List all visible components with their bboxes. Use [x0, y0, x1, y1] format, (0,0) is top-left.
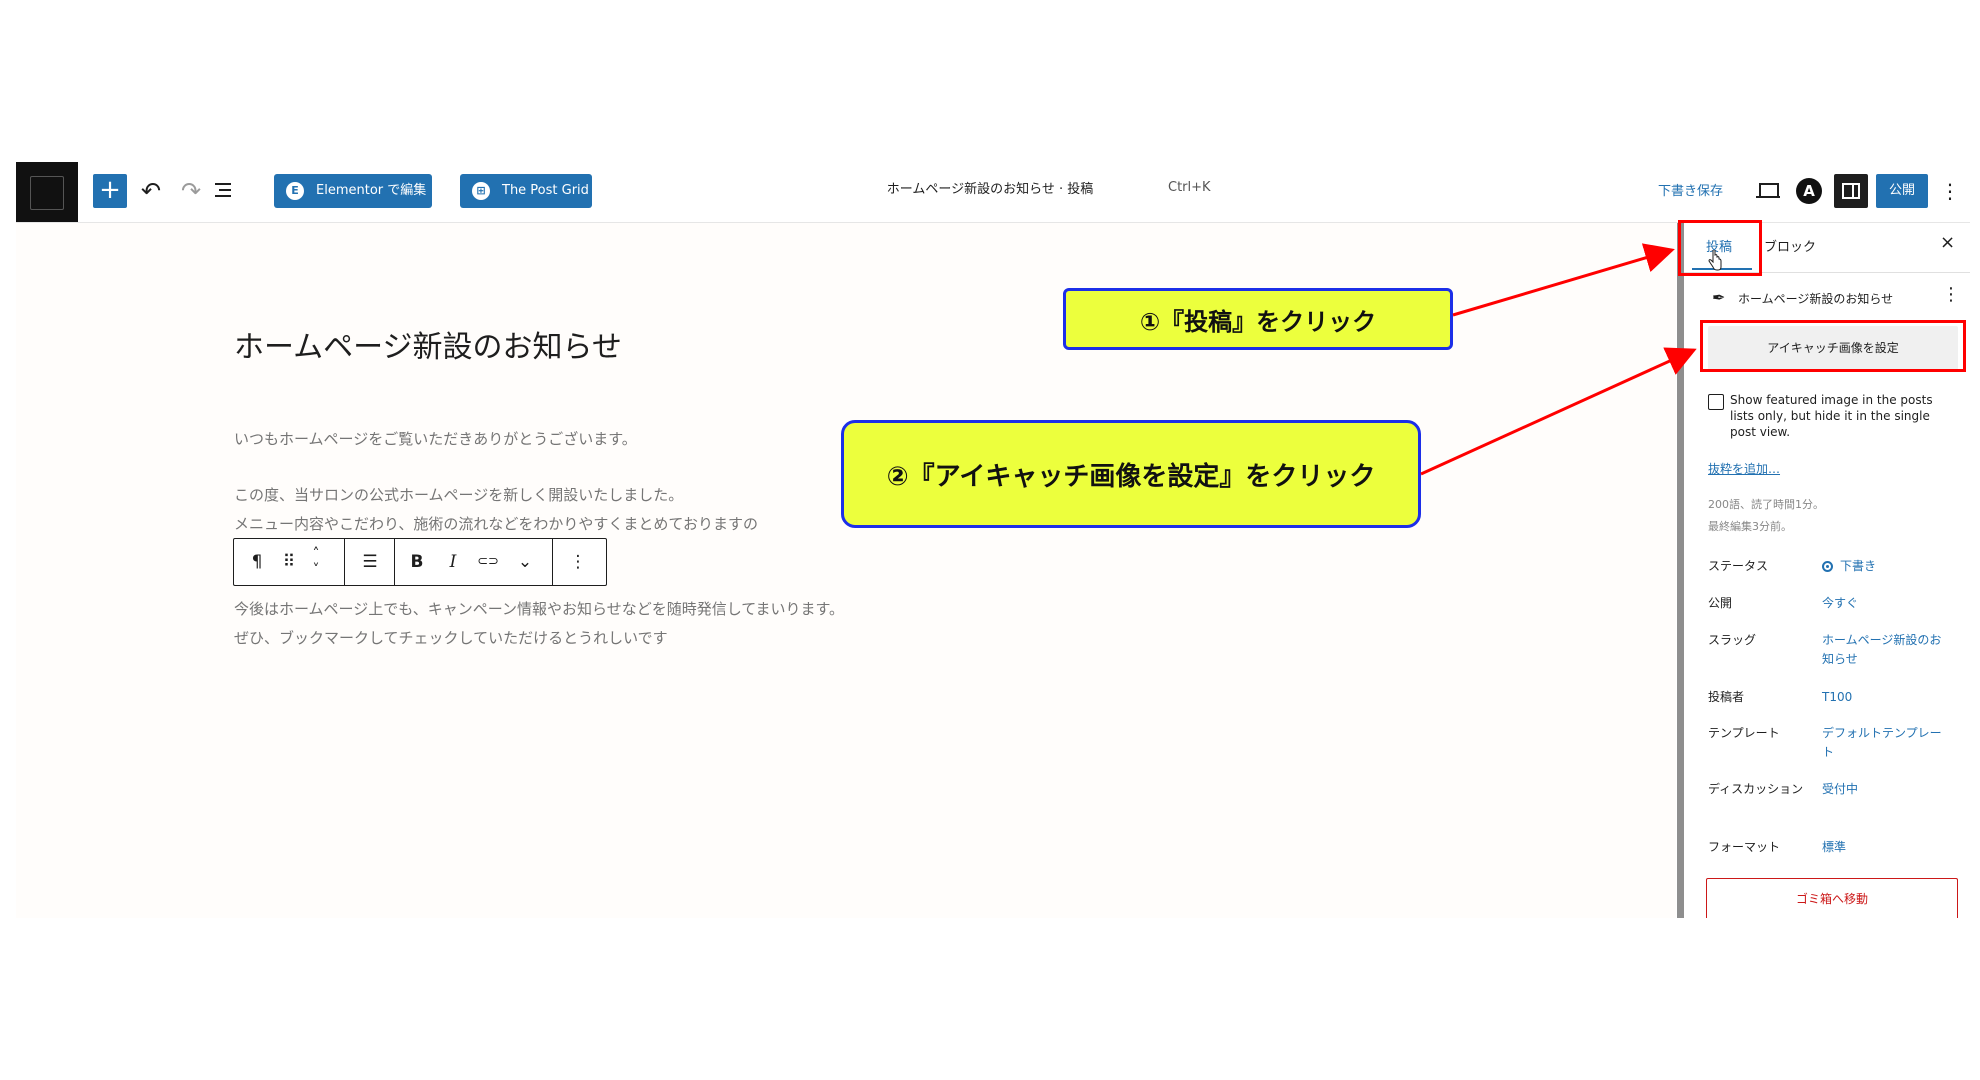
callout-step-2: ②『アイキャッチ画像を設定』をクリック	[841, 420, 1421, 528]
word-count: 200語、読了時間1分。	[1708, 498, 1824, 511]
post-type-icon: ✒	[1712, 288, 1726, 307]
author-label: 投稿者	[1708, 690, 1745, 704]
align-icon[interactable]: ☰	[352, 539, 388, 585]
document-title[interactable]: ホームページ新設のお知らせ · 投稿	[860, 178, 1120, 197]
paragraph-block[interactable]: この度、当サロンの公式ホームページを新しく開設いたしました。	[234, 484, 683, 505]
list-view-icon[interactable]	[215, 180, 235, 200]
paragraph-block[interactable]: いつもホームページをご覧いただきありがとうございます。	[234, 428, 637, 449]
last-edited: 最終編集3分前。	[1708, 520, 1792, 533]
publish-value[interactable]: 今すぐ	[1822, 594, 1952, 613]
post-title[interactable]: ホームページ新設のお知らせ	[234, 322, 622, 366]
command-shortcut: Ctrl+K	[1168, 180, 1211, 195]
discussion-label: ディスカッション	[1708, 782, 1804, 796]
block-options-icon[interactable]: ⋮	[560, 539, 596, 585]
show-featured-label: Show featured image in the posts lists o…	[1730, 393, 1933, 439]
move-down-icon[interactable]: ˅	[304, 559, 328, 582]
chevron-down-icon[interactable]: ⌄	[508, 539, 542, 585]
format-label: フォーマット	[1708, 840, 1781, 854]
draft-status-icon	[1822, 561, 1833, 572]
template-value[interactable]: デフォルトテンプレート	[1822, 724, 1946, 762]
add-block-button[interactable]: +	[93, 174, 127, 208]
bold-icon[interactable]: B	[400, 539, 434, 585]
redo-icon[interactable]: ↷	[174, 174, 208, 208]
save-draft-button[interactable]: 下書き保存	[1658, 180, 1723, 199]
status-label: ステータス	[1708, 559, 1769, 573]
close-icon[interactable]: ×	[1940, 232, 1955, 253]
undo-icon[interactable]: ↶	[134, 174, 168, 208]
paragraph-block[interactable]: 今後はホームページ上でも、キャンペーン情報やお知らせなどを随時発信してまいります…	[234, 598, 844, 619]
paragraph-block[interactable]: メニュー内容やこだわり、施術の流れなどをわかりやすくまとめておりますの	[234, 513, 758, 534]
format-value[interactable]: 標準	[1822, 838, 1952, 857]
publish-button[interactable]: 公開	[1876, 174, 1928, 208]
move-to-trash-button[interactable]: ゴミ箱へ移動	[1706, 878, 1958, 918]
highlight-featured-button	[1700, 320, 1966, 372]
slug-label: スラッグ	[1708, 633, 1757, 647]
drag-handle-icon[interactable]: ⠿	[276, 539, 302, 585]
elementor-edit-label: Elementor で編集	[316, 183, 427, 198]
paragraph-icon[interactable]: ¶	[242, 539, 272, 585]
template-label: テンプレート	[1708, 726, 1780, 740]
preview-icon[interactable]	[1756, 178, 1782, 204]
add-excerpt-link[interactable]: 抜粋を追加…	[1708, 460, 1780, 477]
sidebar-post-title: ホームページ新設のお知らせ	[1738, 292, 1894, 306]
tab-block[interactable]: ブロック	[1764, 236, 1816, 255]
post-stats: 200語、読了時間1分。 最終編集3分前。	[1708, 494, 1824, 538]
show-featured-checkbox[interactable]	[1708, 394, 1724, 410]
astra-icon[interactable]: A	[1796, 178, 1822, 204]
post-grid-button[interactable]: ⊞ The Post Grid	[460, 174, 592, 208]
elementor-icon: E	[286, 182, 304, 200]
callout-step-1: ①『投稿』をクリック	[1063, 288, 1453, 350]
block-toolbar: ¶ ⠿ ˄ ˅ ☰ B I ⊂⊃ ⌄ ⋮	[233, 538, 607, 586]
site-icon	[30, 176, 64, 210]
publish-label: 公開	[1708, 596, 1733, 610]
elementor-edit-button[interactable]: E Elementor で編集	[274, 174, 432, 208]
discussion-value[interactable]: 受付中	[1822, 780, 1952, 799]
post-grid-icon: ⊞	[472, 182, 490, 200]
post-actions-icon[interactable]: ⋮	[1942, 284, 1960, 305]
highlight-post-tab	[1678, 220, 1762, 276]
italic-icon[interactable]: I	[438, 539, 468, 585]
author-value[interactable]: T100	[1822, 688, 1952, 707]
settings-sidebar-icon[interactable]	[1834, 174, 1868, 208]
paragraph-block[interactable]: ぜひ、ブックマークしてチェックしていただけるとうれしいです	[234, 627, 668, 648]
link-icon[interactable]: ⊂⊃	[470, 539, 506, 585]
post-grid-label: The Post Grid	[502, 183, 589, 198]
more-options-icon[interactable]: ⋮	[1938, 174, 1962, 208]
site-logo-button[interactable]	[16, 162, 78, 222]
slug-value[interactable]: ホームページ新設のお知らせ	[1822, 631, 1950, 669]
status-value[interactable]: 下書き	[1840, 557, 1970, 576]
